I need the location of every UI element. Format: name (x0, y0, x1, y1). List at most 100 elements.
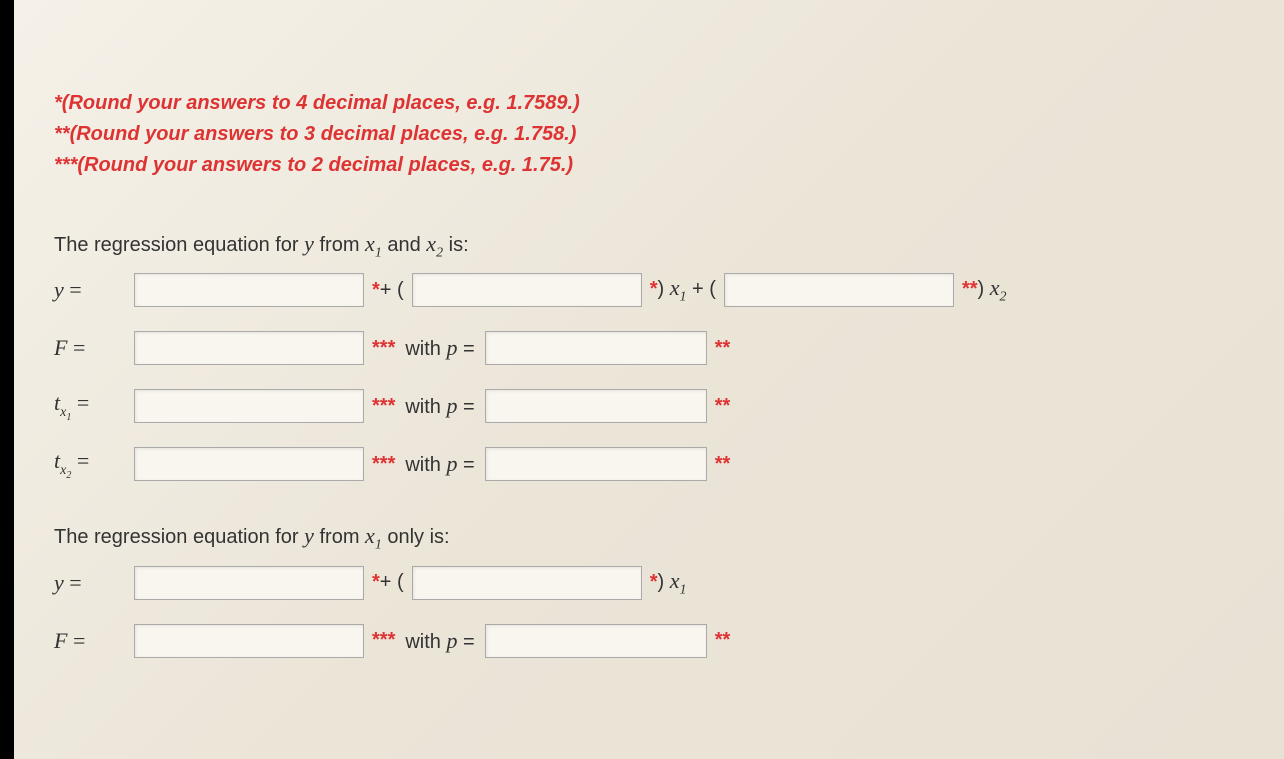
asterisks: *** (372, 629, 395, 651)
triple-ast: *** (372, 337, 395, 360)
instruction-line-3: ***(Round your answers to 2 decimal plac… (54, 150, 1254, 181)
prompt-text: The regression equation for (54, 234, 304, 256)
asterisks: *** (372, 337, 395, 359)
prompt-text: and (382, 234, 426, 256)
input-F-p-2[interactable] (485, 624, 707, 658)
input-b1-2[interactable] (412, 566, 642, 600)
equals: = (71, 448, 89, 473)
segment-after-b1-2: *) x1 (650, 568, 687, 598)
with: with (405, 396, 446, 418)
row-tx1: tx1 = *** with p = ** (54, 389, 1254, 423)
input-b1[interactable] (412, 273, 642, 307)
with: with (405, 631, 446, 653)
row-F: F = *** with p = ** (54, 331, 1254, 365)
asterisks: ** (715, 453, 731, 475)
sub-1: 1 (375, 538, 382, 553)
prompt-text: from (314, 234, 365, 256)
segment-after-b2: **) x2 (962, 275, 1007, 305)
equals: = (64, 277, 82, 302)
sub-x1: x1 (60, 405, 71, 420)
asterisks: *** (372, 395, 395, 417)
var-x2: x2 (426, 231, 443, 256)
prompt-text: from (314, 526, 365, 548)
with-p-text: with p = (405, 451, 474, 477)
section2: The regression equation for y from x1 on… (54, 523, 1254, 657)
question-page: *(Round your answers to 4 decimal places… (14, 0, 1284, 759)
sub-1: 1 (679, 582, 686, 597)
input-F[interactable] (134, 331, 364, 365)
label-F: F = (54, 335, 130, 361)
var-p: p (446, 628, 457, 653)
input-F-2[interactable] (134, 624, 364, 658)
equals: = (71, 390, 89, 415)
asterisks: ** (715, 395, 731, 417)
equation-row-y: y = *+ ( *) x1 + ( **) x2 (54, 273, 1254, 307)
with-p-text: with p = (405, 393, 474, 419)
prompt-text: only is: (382, 526, 450, 548)
equals: = (64, 570, 82, 595)
double-ast-2: ** (715, 629, 731, 652)
row-F-2: F = *** with p = ** (54, 624, 1254, 658)
var-p: p (446, 451, 457, 476)
var-y: y (54, 570, 64, 595)
label-y: y = (54, 277, 130, 303)
equals: = (67, 628, 85, 653)
sub-x2: x2 (60, 463, 71, 478)
label-tx2: tx2 = (54, 448, 130, 480)
var-x1: x1 (365, 231, 382, 256)
equals: = (457, 338, 474, 360)
var-F: F (54, 335, 67, 360)
segment-after-b0-2: *+ ( (372, 571, 404, 594)
var-y: y (304, 231, 314, 256)
double-ast: ** (715, 453, 731, 476)
section2-prompt: The regression equation for y from x1 on… (54, 523, 1254, 553)
sub-2: 2 (436, 245, 443, 260)
input-F-p[interactable] (485, 331, 707, 365)
var-p: p (446, 335, 457, 360)
sub-2: 2 (1000, 290, 1007, 305)
input-tx2-p[interactable] (485, 447, 707, 481)
equation-row-y-2: y = *+ ( *) x1 (54, 566, 1254, 600)
with-p-text-2: with p = (405, 628, 474, 654)
var-y: y (304, 523, 314, 548)
equals: = (67, 335, 85, 360)
equals: = (457, 631, 474, 653)
var-x: x (990, 275, 1000, 300)
triple-ast: *** (372, 395, 395, 418)
var-x: x (365, 523, 375, 548)
instruction-line-1: *(Round your answers to 4 decimal places… (54, 88, 1254, 119)
label-y-2: y = (54, 570, 130, 596)
var-p: p (446, 393, 457, 418)
input-tx1-p[interactable] (485, 389, 707, 423)
with: with (405, 454, 446, 476)
var-x: x (365, 231, 375, 256)
with-p-text: with p = (405, 335, 474, 361)
double-ast: ** (715, 337, 731, 360)
equals: = (457, 396, 474, 418)
equals: = (457, 454, 474, 476)
triple-ast-2: *** (372, 629, 395, 652)
input-tx2[interactable] (134, 447, 364, 481)
with: with (405, 338, 446, 360)
prompt-text: The regression equation for (54, 526, 304, 548)
instruction-line-2: **(Round your answers to 3 decimal place… (54, 119, 1254, 150)
asterisks: ** (715, 337, 731, 359)
segment-after-b1: *) x1 + ( (650, 275, 716, 305)
triple-ast: *** (372, 453, 395, 476)
segment-after-b0: *+ ( (372, 279, 404, 302)
input-tx1[interactable] (134, 389, 364, 423)
input-b0-2[interactable] (134, 566, 364, 600)
asterisks: ** (715, 629, 731, 651)
label-F-2: F = (54, 628, 130, 654)
section1-prompt: The regression equation for y from x1 an… (54, 231, 1254, 261)
var-y: y (54, 277, 64, 302)
prompt-text: is: (443, 234, 469, 256)
rounding-instructions: *(Round your answers to 4 decimal places… (54, 88, 1254, 181)
var-x: x (426, 231, 436, 256)
var-x1: x1 (365, 523, 382, 548)
label-tx1: tx1 = (54, 390, 130, 422)
input-b0[interactable] (134, 273, 364, 307)
sub-1: 1 (375, 245, 382, 260)
double-ast: ** (715, 395, 731, 418)
input-b2[interactable] (724, 273, 954, 307)
